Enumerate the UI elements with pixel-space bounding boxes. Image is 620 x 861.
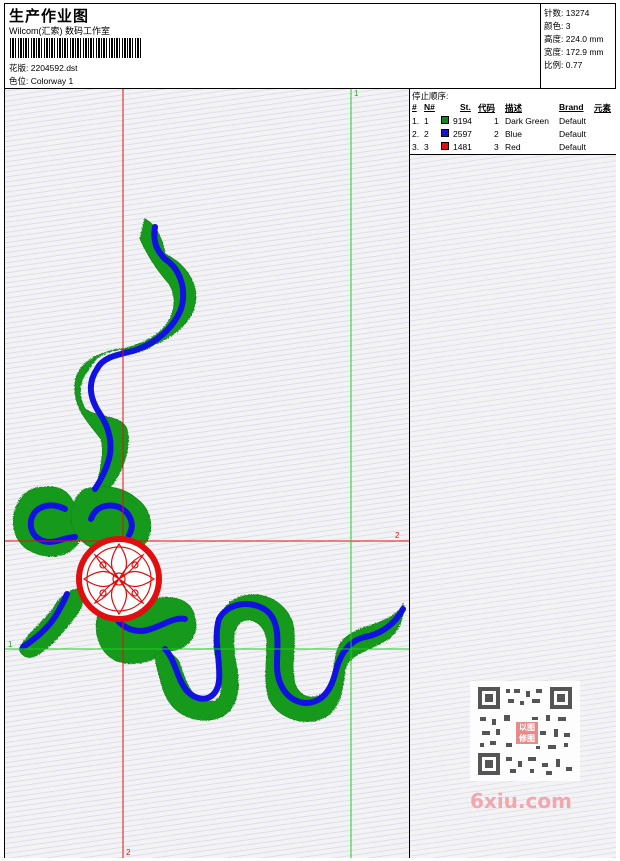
- row-code: 2: [494, 129, 499, 139]
- stat-height: 高度: 224.0 mm: [544, 33, 604, 45]
- design-file-line: 花版: 2204592.dst: [9, 62, 78, 74]
- green-guide-top-label: 1: [354, 89, 359, 98]
- watermark-badge-line2: 修图: [519, 734, 535, 743]
- row-code: 1: [494, 116, 499, 126]
- blue-outline-layer: [20, 224, 406, 706]
- sheet-title: 生产作业图: [9, 8, 90, 25]
- row-needle: 1: [424, 116, 429, 126]
- design-file-value: 2204592.dst: [30, 63, 78, 73]
- barcode: [10, 38, 141, 58]
- row-code: 3: [494, 142, 499, 152]
- row-stitches: 9194: [453, 116, 472, 126]
- stat-stitches-label: 针数:: [544, 8, 564, 18]
- stat-width: 宽度: 172.9 mm: [544, 46, 604, 58]
- row-index: 2.: [412, 129, 420, 139]
- red-medallion: [76, 536, 162, 622]
- design-stats: 针数: 13274 颜色: 3 高度: 224.0 mm 宽度: 172.9 m…: [540, 4, 616, 89]
- row-needle: 2: [424, 129, 429, 139]
- watermark-badge: 以图 修图: [514, 720, 540, 746]
- row-brand: Default: [559, 129, 586, 139]
- row-stitches: 1481: [453, 142, 472, 152]
- color-swatch-dark-green: [441, 116, 449, 124]
- stop-sequence-label: 停止顺序:: [412, 91, 449, 101]
- stat-stitches: 针数: 13274: [544, 7, 589, 19]
- colorway-label: 色位:: [9, 76, 29, 86]
- col-header-code: 代码: [478, 103, 496, 113]
- col-header-stitches: St.: [460, 102, 471, 112]
- stat-colors: 颜色: 3: [544, 20, 570, 32]
- embroidery-preview: 1 1 2 2: [5, 89, 409, 858]
- row-stitches: 2597: [453, 129, 472, 139]
- row-description: Blue: [505, 129, 523, 139]
- stat-height-label: 高度:: [544, 34, 564, 44]
- guide-lines: [5, 89, 409, 858]
- row-index: 1.: [412, 116, 420, 126]
- red-guide-bottom-label: 2: [126, 848, 131, 857]
- site-watermark: 6xiu.com: [470, 789, 572, 813]
- col-header-needle: N#: [424, 102, 435, 112]
- colorway-value: Colorway 1: [30, 76, 74, 86]
- col-header-description: 描述: [505, 103, 523, 113]
- row-brand: Default: [559, 142, 586, 152]
- col-header-index: #: [412, 102, 417, 112]
- stat-scale-value: 0.77: [565, 60, 583, 70]
- row-description: Red: [505, 142, 521, 152]
- stop-sequence-table: 停止顺序: # N# St. 代码 描述 Brand 元素 1. 1 9194 …: [410, 89, 616, 155]
- stat-colors-label: 颜色:: [544, 21, 564, 31]
- stat-scale: 比例: 0.77: [544, 59, 582, 71]
- stat-stitches-value: 13274: [565, 8, 590, 18]
- design-file-label: 花版:: [9, 63, 29, 73]
- stat-scale-label: 比例:: [544, 60, 564, 70]
- row-description: Dark Green: [505, 116, 549, 126]
- row-brand: Default: [559, 116, 586, 126]
- green-guide-left-label: 1: [8, 640, 13, 649]
- col-header-element: 元素: [594, 103, 612, 113]
- red-guide-right-label: 2: [395, 531, 400, 540]
- green-upper-vine: [74, 218, 197, 489]
- stat-colors-value: 3: [565, 21, 571, 31]
- sheet-header: 生产作业图 Wilcom(汇索) 数码工作室 花版: 2204592.dst 色…: [5, 4, 543, 89]
- col-header-brand: Brand: [559, 102, 584, 112]
- colorway-line: 色位: Colorway 1: [9, 75, 73, 87]
- row-needle: 3: [424, 142, 429, 152]
- studio-name: Wilcom(汇索) 数码工作室: [9, 26, 110, 36]
- stat-width-label: 宽度:: [544, 47, 564, 57]
- embroidery-design: [5, 89, 409, 858]
- stat-width-value: 172.9 mm: [565, 47, 604, 57]
- color-swatch-red: [441, 142, 449, 150]
- color-swatch-blue: [441, 129, 449, 137]
- row-index: 3.: [412, 142, 420, 152]
- stat-height-value: 224.0 mm: [565, 34, 604, 44]
- watermark-badge-line1: 以图: [519, 723, 535, 732]
